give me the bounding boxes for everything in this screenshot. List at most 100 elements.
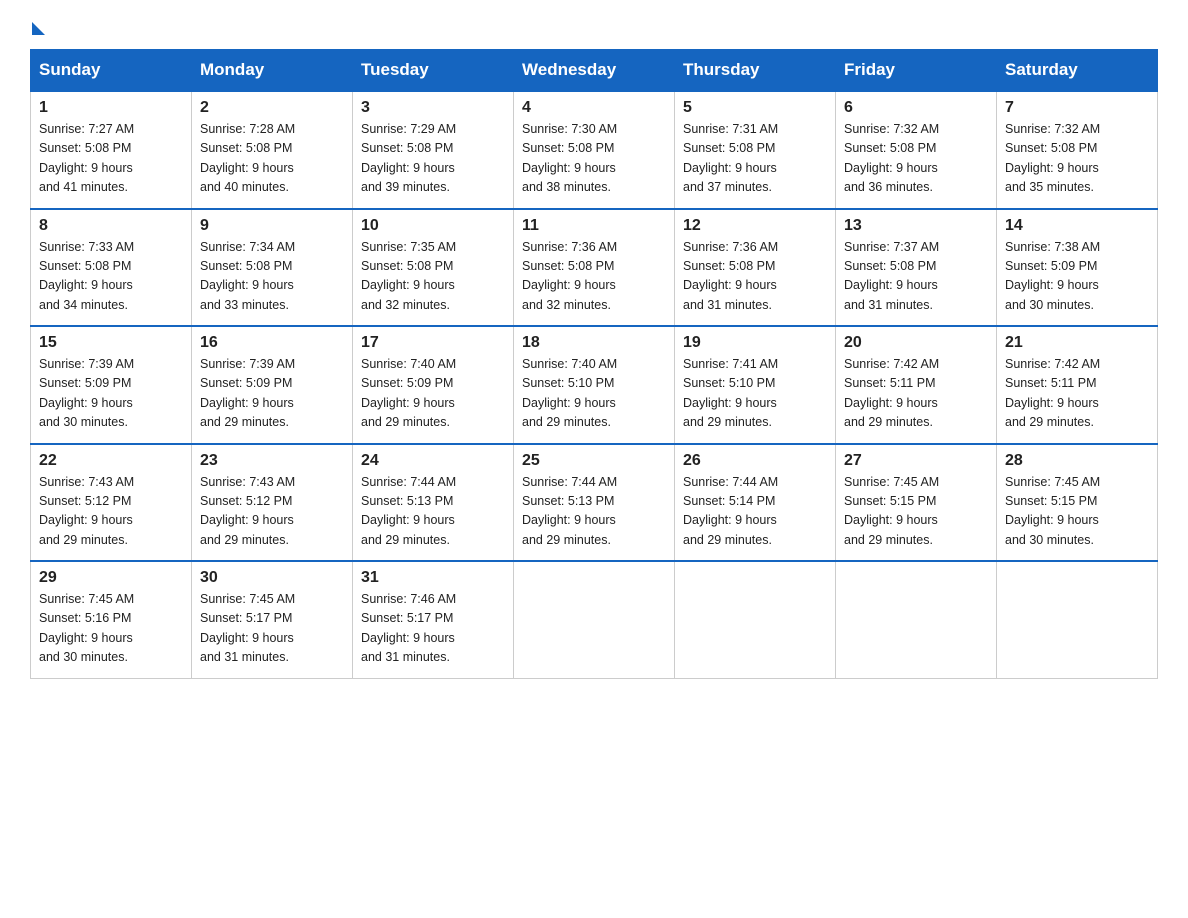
logo-arrow-icon xyxy=(32,22,45,35)
calendar-cell: 20 Sunrise: 7:42 AMSunset: 5:11 PMDaylig… xyxy=(836,326,997,444)
logo xyxy=(30,20,102,31)
day-number: 17 xyxy=(361,334,505,352)
day-info: Sunrise: 7:40 AMSunset: 5:10 PMDaylight:… xyxy=(522,357,617,429)
calendar-cell: 13 Sunrise: 7:37 AMSunset: 5:08 PMDaylig… xyxy=(836,209,997,327)
day-info: Sunrise: 7:44 AMSunset: 5:14 PMDaylight:… xyxy=(683,475,778,547)
day-number: 16 xyxy=(200,334,344,352)
calendar-week-row: 29 Sunrise: 7:45 AMSunset: 5:16 PMDaylig… xyxy=(31,561,1158,678)
day-number: 18 xyxy=(522,334,666,352)
day-number: 22 xyxy=(39,452,183,470)
calendar-cell xyxy=(514,561,675,678)
calendar-cell xyxy=(675,561,836,678)
day-number: 13 xyxy=(844,217,988,235)
calendar-cell: 6 Sunrise: 7:32 AMSunset: 5:08 PMDayligh… xyxy=(836,91,997,209)
calendar-cell xyxy=(997,561,1158,678)
calendar-cell: 8 Sunrise: 7:33 AMSunset: 5:08 PMDayligh… xyxy=(31,209,192,327)
day-info: Sunrise: 7:44 AMSunset: 5:13 PMDaylight:… xyxy=(522,475,617,547)
day-number: 3 xyxy=(361,99,505,117)
day-info: Sunrise: 7:28 AMSunset: 5:08 PMDaylight:… xyxy=(200,122,295,194)
header-saturday: Saturday xyxy=(997,50,1158,92)
day-info: Sunrise: 7:42 AMSunset: 5:11 PMDaylight:… xyxy=(844,357,939,429)
page-header xyxy=(30,20,1158,31)
day-number: 30 xyxy=(200,569,344,587)
calendar-cell: 1 Sunrise: 7:27 AMSunset: 5:08 PMDayligh… xyxy=(31,91,192,209)
calendar-cell: 16 Sunrise: 7:39 AMSunset: 5:09 PMDaylig… xyxy=(192,326,353,444)
day-info: Sunrise: 7:37 AMSunset: 5:08 PMDaylight:… xyxy=(844,240,939,312)
calendar-week-row: 1 Sunrise: 7:27 AMSunset: 5:08 PMDayligh… xyxy=(31,91,1158,209)
day-number: 4 xyxy=(522,99,666,117)
calendar-cell xyxy=(836,561,997,678)
calendar-cell: 12 Sunrise: 7:36 AMSunset: 5:08 PMDaylig… xyxy=(675,209,836,327)
header-monday: Monday xyxy=(192,50,353,92)
day-info: Sunrise: 7:46 AMSunset: 5:17 PMDaylight:… xyxy=(361,592,456,664)
calendar-cell: 26 Sunrise: 7:44 AMSunset: 5:14 PMDaylig… xyxy=(675,444,836,562)
day-number: 9 xyxy=(200,217,344,235)
header-thursday: Thursday xyxy=(675,50,836,92)
day-number: 24 xyxy=(361,452,505,470)
calendar-week-row: 15 Sunrise: 7:39 AMSunset: 5:09 PMDaylig… xyxy=(31,326,1158,444)
day-number: 19 xyxy=(683,334,827,352)
calendar-cell: 17 Sunrise: 7:40 AMSunset: 5:09 PMDaylig… xyxy=(353,326,514,444)
day-number: 29 xyxy=(39,569,183,587)
day-info: Sunrise: 7:44 AMSunset: 5:13 PMDaylight:… xyxy=(361,475,456,547)
calendar-cell: 7 Sunrise: 7:32 AMSunset: 5:08 PMDayligh… xyxy=(997,91,1158,209)
day-number: 15 xyxy=(39,334,183,352)
day-info: Sunrise: 7:32 AMSunset: 5:08 PMDaylight:… xyxy=(1005,122,1100,194)
calendar-cell: 24 Sunrise: 7:44 AMSunset: 5:13 PMDaylig… xyxy=(353,444,514,562)
calendar-cell: 19 Sunrise: 7:41 AMSunset: 5:10 PMDaylig… xyxy=(675,326,836,444)
day-number: 10 xyxy=(361,217,505,235)
day-number: 31 xyxy=(361,569,505,587)
day-info: Sunrise: 7:42 AMSunset: 5:11 PMDaylight:… xyxy=(1005,357,1100,429)
day-number: 8 xyxy=(39,217,183,235)
day-info: Sunrise: 7:45 AMSunset: 5:17 PMDaylight:… xyxy=(200,592,295,664)
calendar-week-row: 8 Sunrise: 7:33 AMSunset: 5:08 PMDayligh… xyxy=(31,209,1158,327)
day-info: Sunrise: 7:34 AMSunset: 5:08 PMDaylight:… xyxy=(200,240,295,312)
day-info: Sunrise: 7:38 AMSunset: 5:09 PMDaylight:… xyxy=(1005,240,1100,312)
calendar-cell: 9 Sunrise: 7:34 AMSunset: 5:08 PMDayligh… xyxy=(192,209,353,327)
calendar-cell: 28 Sunrise: 7:45 AMSunset: 5:15 PMDaylig… xyxy=(997,444,1158,562)
calendar-cell: 23 Sunrise: 7:43 AMSunset: 5:12 PMDaylig… xyxy=(192,444,353,562)
day-info: Sunrise: 7:36 AMSunset: 5:08 PMDaylight:… xyxy=(522,240,617,312)
day-info: Sunrise: 7:35 AMSunset: 5:08 PMDaylight:… xyxy=(361,240,456,312)
calendar-cell: 11 Sunrise: 7:36 AMSunset: 5:08 PMDaylig… xyxy=(514,209,675,327)
day-number: 1 xyxy=(39,99,183,117)
calendar-cell: 3 Sunrise: 7:29 AMSunset: 5:08 PMDayligh… xyxy=(353,91,514,209)
header-sunday: Sunday xyxy=(31,50,192,92)
day-info: Sunrise: 7:36 AMSunset: 5:08 PMDaylight:… xyxy=(683,240,778,312)
calendar-cell: 18 Sunrise: 7:40 AMSunset: 5:10 PMDaylig… xyxy=(514,326,675,444)
day-number: 11 xyxy=(522,217,666,235)
day-number: 27 xyxy=(844,452,988,470)
calendar-cell: 30 Sunrise: 7:45 AMSunset: 5:17 PMDaylig… xyxy=(192,561,353,678)
day-number: 6 xyxy=(844,99,988,117)
day-info: Sunrise: 7:31 AMSunset: 5:08 PMDaylight:… xyxy=(683,122,778,194)
calendar-header-row: SundayMondayTuesdayWednesdayThursdayFrid… xyxy=(31,50,1158,92)
day-number: 25 xyxy=(522,452,666,470)
day-info: Sunrise: 7:39 AMSunset: 5:09 PMDaylight:… xyxy=(200,357,295,429)
calendar-cell: 15 Sunrise: 7:39 AMSunset: 5:09 PMDaylig… xyxy=(31,326,192,444)
day-number: 12 xyxy=(683,217,827,235)
calendar-cell: 14 Sunrise: 7:38 AMSunset: 5:09 PMDaylig… xyxy=(997,209,1158,327)
day-number: 7 xyxy=(1005,99,1149,117)
day-number: 28 xyxy=(1005,452,1149,470)
day-number: 20 xyxy=(844,334,988,352)
day-info: Sunrise: 7:27 AMSunset: 5:08 PMDaylight:… xyxy=(39,122,134,194)
day-number: 2 xyxy=(200,99,344,117)
calendar-cell: 27 Sunrise: 7:45 AMSunset: 5:15 PMDaylig… xyxy=(836,444,997,562)
header-wednesday: Wednesday xyxy=(514,50,675,92)
calendar-cell: 5 Sunrise: 7:31 AMSunset: 5:08 PMDayligh… xyxy=(675,91,836,209)
day-info: Sunrise: 7:39 AMSunset: 5:09 PMDaylight:… xyxy=(39,357,134,429)
day-info: Sunrise: 7:32 AMSunset: 5:08 PMDaylight:… xyxy=(844,122,939,194)
day-info: Sunrise: 7:43 AMSunset: 5:12 PMDaylight:… xyxy=(200,475,295,547)
calendar-cell: 4 Sunrise: 7:30 AMSunset: 5:08 PMDayligh… xyxy=(514,91,675,209)
calendar-table: SundayMondayTuesdayWednesdayThursdayFrid… xyxy=(30,49,1158,679)
calendar-cell: 29 Sunrise: 7:45 AMSunset: 5:16 PMDaylig… xyxy=(31,561,192,678)
calendar-cell: 31 Sunrise: 7:46 AMSunset: 5:17 PMDaylig… xyxy=(353,561,514,678)
day-info: Sunrise: 7:45 AMSunset: 5:15 PMDaylight:… xyxy=(844,475,939,547)
day-info: Sunrise: 7:29 AMSunset: 5:08 PMDaylight:… xyxy=(361,122,456,194)
header-tuesday: Tuesday xyxy=(353,50,514,92)
day-info: Sunrise: 7:40 AMSunset: 5:09 PMDaylight:… xyxy=(361,357,456,429)
day-number: 14 xyxy=(1005,217,1149,235)
calendar-cell: 10 Sunrise: 7:35 AMSunset: 5:08 PMDaylig… xyxy=(353,209,514,327)
day-number: 21 xyxy=(1005,334,1149,352)
day-number: 5 xyxy=(683,99,827,117)
